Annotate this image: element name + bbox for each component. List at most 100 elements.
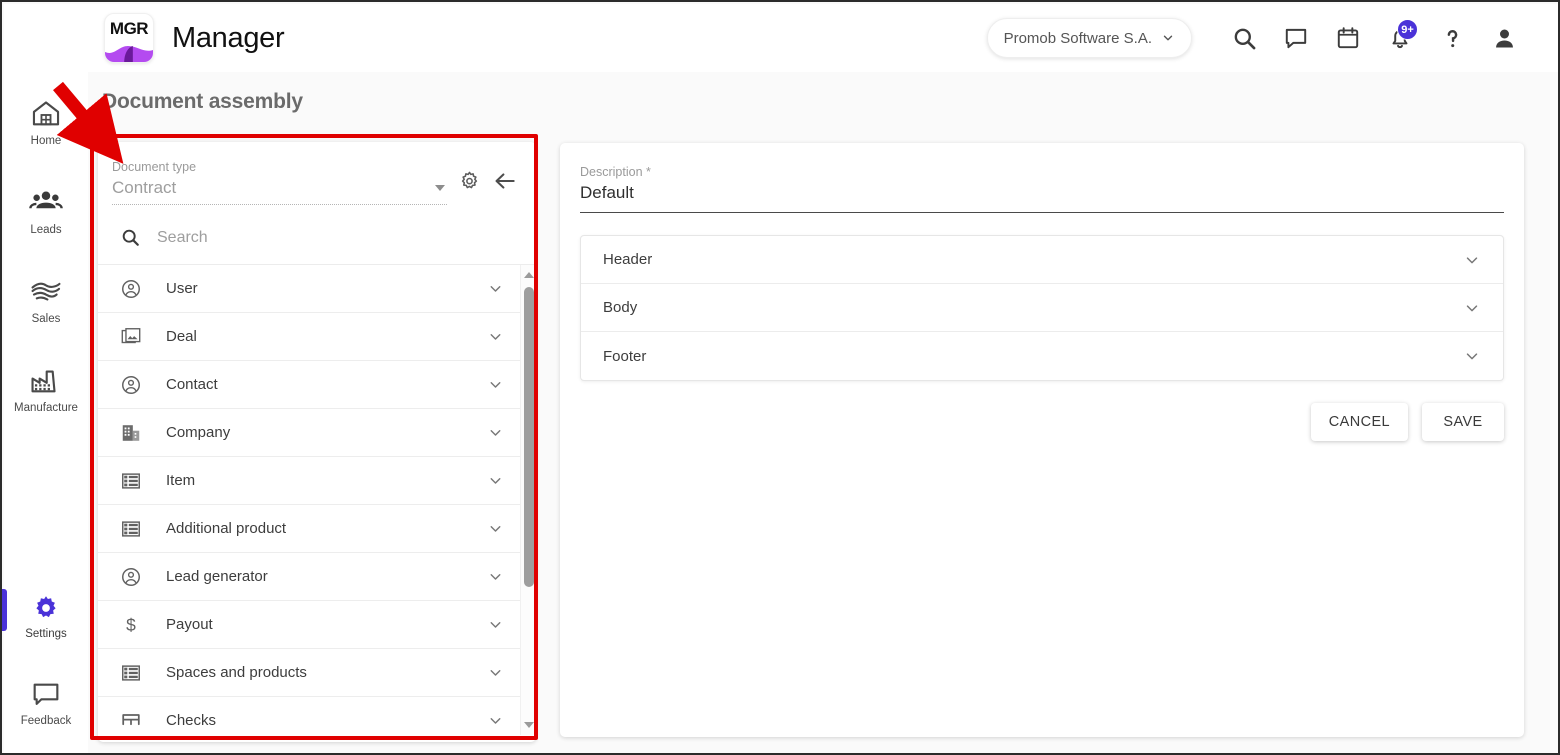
list-item-label: User (166, 280, 198, 297)
sidebar-item-label: Home (30, 135, 62, 147)
document-structure-panel: Description * Default Header Body Footer (560, 143, 1524, 737)
list-item-payout[interactable]: $ Payout (98, 601, 520, 649)
top-header-bar: MGR Manager Promob Software S.A. 9+ (4, 4, 1558, 72)
save-button[interactable]: SAVE (1422, 403, 1504, 441)
notification-badge: 9+ (1397, 19, 1418, 40)
sidebar-item-feedback[interactable]: Feedback (4, 668, 88, 733)
triangle-up-icon (524, 272, 534, 278)
sidebar-item-label: Leads (30, 224, 62, 236)
chevron-down-icon (490, 286, 501, 292)
sidebar-item-label: Feedback (20, 715, 72, 727)
chevron-down-icon (490, 718, 501, 724)
sidebar-nav: Home Leads Sales Manufacture Settings Fe… (2, 72, 88, 753)
chevron-down-icon (490, 574, 501, 580)
sidebar-item-label: Manufacture (14, 402, 78, 414)
list-icon (120, 518, 150, 540)
image-stack-icon (120, 326, 150, 348)
list-icon (120, 662, 150, 684)
arrow-left-icon (495, 173, 515, 189)
table-icon (120, 710, 150, 732)
user-account-icon-button[interactable] (1478, 12, 1530, 64)
list-item-spaces-and-products[interactable]: Spaces and products (98, 649, 520, 697)
document-type-select[interactable]: Document type Contract (112, 160, 447, 205)
sidebar-item-sales[interactable]: Sales (4, 264, 88, 331)
sidebar-item-label: Sales (31, 313, 61, 325)
logo-text: MGR (109, 19, 149, 38)
svg-text:$: $ (126, 614, 136, 634)
list-item-additional-product[interactable]: Additional product (98, 505, 520, 553)
document-sections-accordion: Header Body Footer (580, 235, 1504, 381)
list-item-label: Item (166, 472, 196, 489)
calendar-icon-button[interactable] (1322, 12, 1374, 64)
factory-icon (31, 370, 56, 393)
list-item-label: Payout (166, 616, 213, 633)
accordion-row-footer[interactable]: Footer (581, 332, 1503, 380)
accordion-row-body[interactable]: Body (581, 284, 1503, 332)
document-type-label: Document type (112, 160, 197, 174)
brand-name: Manager (172, 21, 285, 54)
search-icon-button[interactable] (1218, 12, 1270, 64)
sidebar-item-home[interactable]: Home (4, 86, 88, 153)
description-input-value[interactable]: Default (580, 183, 1504, 213)
list-item-deal[interactable]: Deal (98, 313, 520, 361)
document-type-value: Contract (112, 178, 177, 197)
list-item-label: Contact (166, 376, 218, 393)
document-type-value-row: Contract (112, 178, 447, 198)
triangle-down-icon (524, 722, 534, 728)
sidebar-item-manufacture[interactable]: Manufacture (4, 353, 88, 420)
chat-bubble-icon (33, 683, 59, 705)
chevron-down-icon (490, 382, 501, 388)
gear-icon (36, 596, 56, 618)
help-icon-button[interactable] (1426, 12, 1478, 64)
field-group-list: User Deal Contact Company Item Additiona… (98, 265, 536, 735)
chevron-down-icon (435, 185, 445, 191)
chat-icon-button[interactable] (1270, 12, 1322, 64)
accordion-row-header[interactable]: Header (581, 236, 1503, 284)
chevron-down-icon (1466, 353, 1478, 360)
form-actions: CANCEL SAVE (580, 403, 1504, 441)
list-item-lead-generator[interactable]: Lead generator (98, 553, 520, 601)
cancel-button[interactable]: CANCEL (1310, 403, 1408, 441)
company-selector[interactable]: Promob Software S.A. (986, 18, 1192, 58)
scrollbar-thumb[interactable] (524, 287, 534, 587)
document-fields-panel: Document type Contract Search User Deal … (98, 142, 536, 742)
account-icon (1495, 29, 1513, 47)
search-icon (1234, 28, 1255, 49)
list-item-label: Checks (166, 712, 217, 729)
search-input-placeholder: Search (157, 228, 208, 246)
scroll-down-button[interactable] (521, 717, 536, 733)
list-item-company[interactable]: Company (98, 409, 520, 457)
account-circle-icon (120, 374, 150, 396)
chevron-down-icon (1466, 304, 1478, 311)
sidebar-item-settings[interactable]: Settings (2, 583, 88, 646)
gear-icon (461, 171, 478, 189)
list-item-user[interactable]: User (98, 265, 520, 313)
chevron-down-icon (490, 334, 501, 340)
scroll-up-button[interactable] (521, 267, 536, 283)
list-item-label: Company (166, 424, 231, 441)
search-field[interactable]: Search (98, 205, 536, 265)
handshake-icon (31, 282, 61, 301)
page-title: Document assembly (102, 90, 303, 113)
document-type-row: Document type Contract (98, 142, 536, 205)
description-field[interactable]: Description * Default (580, 165, 1504, 213)
mgr-logo: MGR (104, 13, 154, 63)
brand: MGR Manager (104, 13, 285, 63)
search-icon (122, 229, 139, 246)
list-item-item[interactable]: Item (98, 457, 520, 505)
document-type-settings-button[interactable] (457, 169, 482, 205)
field-group-list-scroll: User Deal Contact Company Item Additiona… (98, 265, 520, 735)
list-scrollbar[interactable] (520, 265, 536, 735)
accordion-label: Footer (603, 347, 647, 365)
list-item-label: Lead generator (166, 568, 268, 585)
company-selector-label: Promob Software S.A. (1003, 29, 1152, 47)
people-icon (29, 191, 63, 209)
list-item-contact[interactable]: Contact (98, 361, 520, 409)
account-circle-icon (120, 278, 150, 300)
dollar-icon: $ (120, 614, 150, 636)
back-button[interactable] (492, 168, 518, 205)
sidebar-item-leads[interactable]: Leads (4, 175, 88, 242)
help-icon (1447, 29, 1457, 47)
list-item-checks[interactable]: Checks (98, 697, 520, 735)
notifications-icon-button[interactable]: 9+ (1374, 12, 1426, 64)
